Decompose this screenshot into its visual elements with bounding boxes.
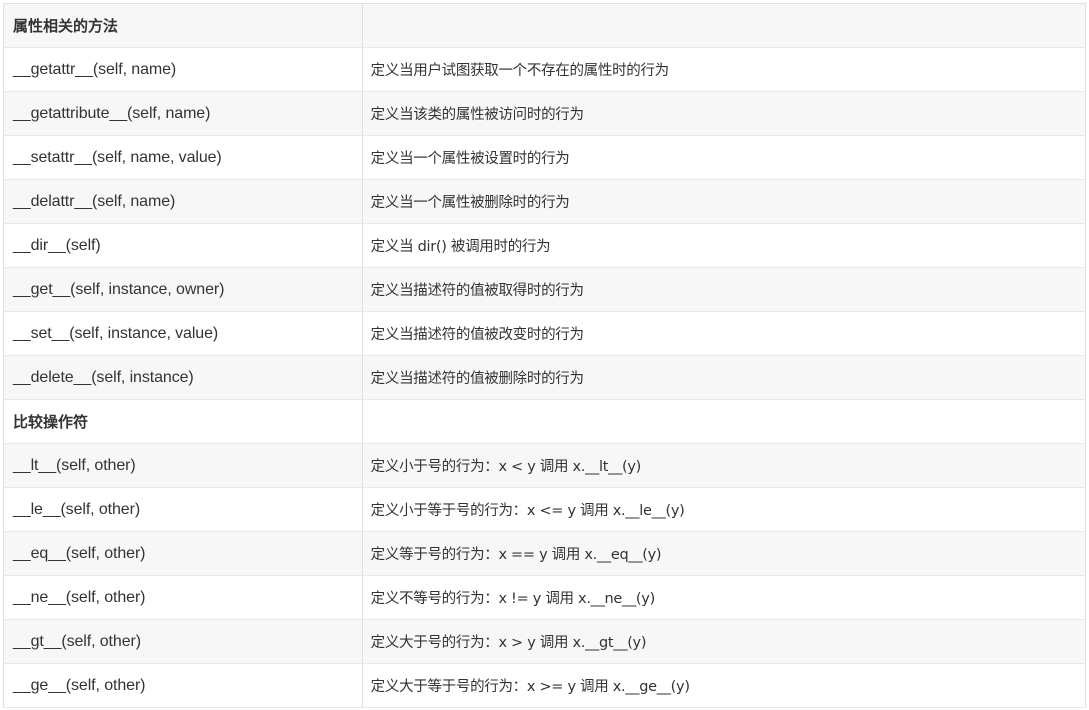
method-description: 定义当描述符的值被改变时的行为: [363, 312, 1086, 355]
table-row: __get__(self, instance, owner) 定义当描述符的值被…: [4, 268, 1086, 312]
section-title: 比较操作符: [4, 400, 363, 443]
method-name: __delete__(self, instance): [4, 356, 363, 399]
method-name: __delattr__(self, name): [4, 180, 363, 223]
method-description: 定义小于号的行为：x < y 调用 x.__lt__(y): [363, 444, 1086, 487]
method-name: __getattribute__(self, name): [4, 92, 363, 135]
table-row: __ne__(self, other) 定义不等号的行为：x != y 调用 x…: [4, 576, 1086, 620]
table-row: __eq__(self, other) 定义等于号的行为：x == y 调用 x…: [4, 532, 1086, 576]
method-description: 定义小于等于号的行为：x <= y 调用 x.__le__(y): [363, 488, 1086, 531]
method-name: __get__(self, instance, owner): [4, 268, 363, 311]
method-name: __le__(self, other): [4, 488, 363, 531]
table-row: __dir__(self) 定义当 dir() 被调用时的行为: [4, 224, 1086, 268]
section-description: [363, 400, 1086, 443]
method-description: 定义当 dir() 被调用时的行为: [363, 224, 1086, 267]
table-row-section: 属性相关的方法: [4, 4, 1086, 48]
method-name: __lt__(self, other): [4, 444, 363, 487]
method-name: __ge__(self, other): [4, 664, 363, 707]
method-description: 定义当一个属性被删除时的行为: [363, 180, 1086, 223]
method-description: 定义大于号的行为：x > y 调用 x.__gt__(y): [363, 620, 1086, 663]
method-description: 定义不等号的行为：x != y 调用 x.__ne__(y): [363, 576, 1086, 619]
method-name: __setattr__(self, name, value): [4, 136, 363, 179]
method-name: __ne__(self, other): [4, 576, 363, 619]
table-row: __set__(self, instance, value) 定义当描述符的值被…: [4, 312, 1086, 356]
table-row: __getattr__(self, name) 定义当用户试图获取一个不存在的属…: [4, 48, 1086, 92]
method-name: __gt__(self, other): [4, 620, 363, 663]
table-row: __getattribute__(self, name) 定义当该类的属性被访问…: [4, 92, 1086, 136]
table-row: __lt__(self, other) 定义小于号的行为：x < y 调用 x.…: [4, 444, 1086, 488]
method-description: 定义当一个属性被设置时的行为: [363, 136, 1086, 179]
section-title: 属性相关的方法: [4, 4, 363, 47]
method-description: 定义当描述符的值被删除时的行为: [363, 356, 1086, 399]
section-description: [363, 4, 1086, 47]
method-description: 定义当用户试图获取一个不存在的属性时的行为: [363, 48, 1086, 91]
table-row-section: 比较操作符: [4, 400, 1086, 444]
method-name: __getattr__(self, name): [4, 48, 363, 91]
table-row: __delete__(self, instance) 定义当描述符的值被删除时的…: [4, 356, 1086, 400]
method-description: 定义当描述符的值被取得时的行为: [363, 268, 1086, 311]
table-row: __setattr__(self, name, value) 定义当一个属性被设…: [4, 136, 1086, 180]
table-row: __delattr__(self, name) 定义当一个属性被删除时的行为: [4, 180, 1086, 224]
method-description: 定义等于号的行为：x == y 调用 x.__eq__(y): [363, 532, 1086, 575]
method-name: __dir__(self): [4, 224, 363, 267]
method-description: 定义大于等于号的行为：x >= y 调用 x.__ge__(y): [363, 664, 1086, 707]
method-description: 定义当该类的属性被访问时的行为: [363, 92, 1086, 135]
method-name: __set__(self, instance, value): [4, 312, 363, 355]
table-row: __gt__(self, other) 定义大于号的行为：x > y 调用 x.…: [4, 620, 1086, 664]
methods-table: 属性相关的方法 __getattr__(self, name) 定义当用户试图获…: [3, 3, 1086, 708]
table-row: __le__(self, other) 定义小于等于号的行为：x <= y 调用…: [4, 488, 1086, 532]
method-name: __eq__(self, other): [4, 532, 363, 575]
table-row: __ge__(self, other) 定义大于等于号的行为：x >= y 调用…: [4, 664, 1086, 708]
